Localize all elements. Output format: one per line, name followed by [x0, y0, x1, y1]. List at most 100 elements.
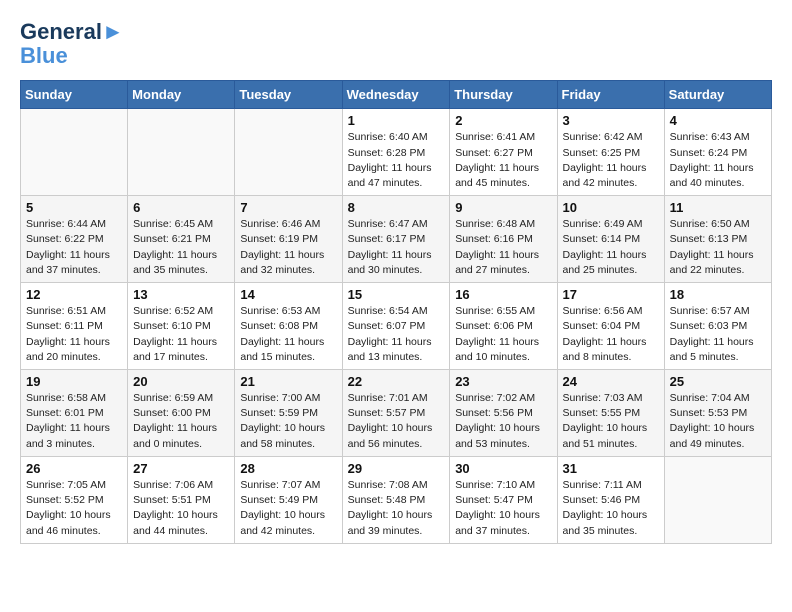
day-info: Sunrise: 6:41 AM Sunset: 6:27 PM Dayligh… — [455, 130, 551, 191]
header-wednesday: Wednesday — [342, 81, 450, 109]
day-number: 26 — [26, 461, 122, 476]
day-number: 12 — [26, 287, 122, 302]
header-saturday: Saturday — [664, 81, 771, 109]
logo-text: General► — [20, 20, 124, 44]
day-number: 7 — [240, 200, 336, 215]
day-cell: 25 Sunrise: 7:04 AM Sunset: 5:53 PM Dayli… — [664, 370, 771, 457]
day-info: Sunrise: 7:07 AM Sunset: 5:49 PM Dayligh… — [240, 478, 336, 539]
day-info: Sunrise: 6:43 AM Sunset: 6:24 PM Dayligh… — [670, 130, 766, 191]
day-number: 22 — [348, 374, 445, 389]
day-cell: 20 Sunrise: 6:59 AM Sunset: 6:00 PM Dayli… — [128, 370, 235, 457]
day-info: Sunrise: 6:48 AM Sunset: 6:16 PM Dayligh… — [455, 217, 551, 278]
day-number: 31 — [563, 461, 659, 476]
day-cell: 7 Sunrise: 6:46 AM Sunset: 6:19 PM Daylig… — [235, 196, 342, 283]
day-cell: 1Sunrise: 6:40 AM Sunset: 6:28 PM Daylig… — [342, 109, 450, 196]
header-sunday: Sunday — [21, 81, 128, 109]
day-info: Sunrise: 7:03 AM Sunset: 5:55 PM Dayligh… — [563, 391, 659, 452]
day-cell: 21 Sunrise: 7:00 AM Sunset: 5:59 PM Dayli… — [235, 370, 342, 457]
day-number: 20 — [133, 374, 229, 389]
day-cell: 8Sunrise: 6:47 AM Sunset: 6:17 PM Daylig… — [342, 196, 450, 283]
day-number: 10 — [563, 200, 659, 215]
day-info: Sunrise: 6:55 AM Sunset: 6:06 PM Dayligh… — [455, 304, 551, 365]
day-number: 13 — [133, 287, 229, 302]
day-cell: 23Sunrise: 7:02 AM Sunset: 5:56 PM Dayli… — [450, 370, 557, 457]
day-cell: 17 Sunrise: 6:56 AM Sunset: 6:04 PM Dayli… — [557, 283, 664, 370]
day-info: Sunrise: 6:59 AM Sunset: 6:00 PM Dayligh… — [133, 391, 229, 452]
day-cell: 5 Sunrise: 6:44 AM Sunset: 6:22 PM Daylig… — [21, 196, 128, 283]
day-number: 11 — [670, 200, 766, 215]
day-number: 21 — [240, 374, 336, 389]
day-info: Sunrise: 6:58 AM Sunset: 6:01 PM Dayligh… — [26, 391, 122, 452]
day-cell: 2 Sunrise: 6:41 AM Sunset: 6:27 PM Daylig… — [450, 109, 557, 196]
week-row-2: 12 Sunrise: 6:51 AM Sunset: 6:11 PM Dayli… — [21, 283, 772, 370]
day-cell: 11 Sunrise: 6:50 AM Sunset: 6:13 PM Dayli… — [664, 196, 771, 283]
week-row-4: 26 Sunrise: 7:05 AM Sunset: 5:52 PM Dayli… — [21, 456, 772, 543]
header-tuesday: Tuesday — [235, 81, 342, 109]
day-number: 15 — [348, 287, 445, 302]
day-cell: 19 Sunrise: 6:58 AM Sunset: 6:01 PM Dayli… — [21, 370, 128, 457]
day-number: 1 — [348, 113, 445, 128]
day-cell: 29Sunrise: 7:08 AM Sunset: 5:48 PM Dayli… — [342, 456, 450, 543]
day-number: 25 — [670, 374, 766, 389]
day-number: 28 — [240, 461, 336, 476]
day-number: 4 — [670, 113, 766, 128]
day-info: Sunrise: 6:56 AM Sunset: 6:04 PM Dayligh… — [563, 304, 659, 365]
day-cell: 27Sunrise: 7:06 AM Sunset: 5:51 PM Dayli… — [128, 456, 235, 543]
day-number: 18 — [670, 287, 766, 302]
day-info: Sunrise: 6:45 AM Sunset: 6:21 PM Dayligh… — [133, 217, 229, 278]
day-info: Sunrise: 7:01 AM Sunset: 5:57 PM Dayligh… — [348, 391, 445, 452]
day-info: Sunrise: 7:02 AM Sunset: 5:56 PM Dayligh… — [455, 391, 551, 452]
day-number: 30 — [455, 461, 551, 476]
week-row-3: 19 Sunrise: 6:58 AM Sunset: 6:01 PM Dayli… — [21, 370, 772, 457]
day-info: Sunrise: 6:42 AM Sunset: 6:25 PM Dayligh… — [563, 130, 659, 191]
day-number: 19 — [26, 374, 122, 389]
day-info: Sunrise: 6:46 AM Sunset: 6:19 PM Dayligh… — [240, 217, 336, 278]
day-number: 5 — [26, 200, 122, 215]
day-number: 2 — [455, 113, 551, 128]
day-info: Sunrise: 7:10 AM Sunset: 5:47 PM Dayligh… — [455, 478, 551, 539]
day-cell: 14 Sunrise: 6:53 AM Sunset: 6:08 PM Dayli… — [235, 283, 342, 370]
day-info: Sunrise: 7:00 AM Sunset: 5:59 PM Dayligh… — [240, 391, 336, 452]
week-row-1: 5 Sunrise: 6:44 AM Sunset: 6:22 PM Daylig… — [21, 196, 772, 283]
day-cell: 16Sunrise: 6:55 AM Sunset: 6:06 PM Dayli… — [450, 283, 557, 370]
day-info: Sunrise: 6:53 AM Sunset: 6:08 PM Dayligh… — [240, 304, 336, 365]
day-cell: 15 Sunrise: 6:54 AM Sunset: 6:07 PM Dayli… — [342, 283, 450, 370]
day-cell: 26 Sunrise: 7:05 AM Sunset: 5:52 PM Dayli… — [21, 456, 128, 543]
day-cell: 9Sunrise: 6:48 AM Sunset: 6:16 PM Daylig… — [450, 196, 557, 283]
day-info: Sunrise: 7:05 AM Sunset: 5:52 PM Dayligh… — [26, 478, 122, 539]
day-cell: 6Sunrise: 6:45 AM Sunset: 6:21 PM Daylig… — [128, 196, 235, 283]
day-cell — [235, 109, 342, 196]
day-cell — [664, 456, 771, 543]
day-cell: 22 Sunrise: 7:01 AM Sunset: 5:57 PM Dayli… — [342, 370, 450, 457]
day-cell: 4 Sunrise: 6:43 AM Sunset: 6:24 PM Daylig… — [664, 109, 771, 196]
day-info: Sunrise: 6:47 AM Sunset: 6:17 PM Dayligh… — [348, 217, 445, 278]
day-cell: 28 Sunrise: 7:07 AM Sunset: 5:49 PM Dayli… — [235, 456, 342, 543]
day-info: Sunrise: 7:08 AM Sunset: 5:48 PM Dayligh… — [348, 478, 445, 539]
day-info: Sunrise: 6:57 AM Sunset: 6:03 PM Dayligh… — [670, 304, 766, 365]
day-cell: 31Sunrise: 7:11 AM Sunset: 5:46 PM Dayli… — [557, 456, 664, 543]
day-number: 14 — [240, 287, 336, 302]
calendar: SundayMondayTuesdayWednesdayThursdayFrid… — [20, 80, 772, 543]
logo: General► Blue — [20, 20, 124, 68]
day-cell: 30 Sunrise: 7:10 AM Sunset: 5:47 PM Dayli… — [450, 456, 557, 543]
day-cell: 24Sunrise: 7:03 AM Sunset: 5:55 PM Dayli… — [557, 370, 664, 457]
day-cell: 18 Sunrise: 6:57 AM Sunset: 6:03 PM Dayli… — [664, 283, 771, 370]
day-info: Sunrise: 6:52 AM Sunset: 6:10 PM Dayligh… — [133, 304, 229, 365]
header: General► Blue — [20, 20, 772, 68]
page: General► Blue SundayMondayTuesdayWednesd… — [0, 0, 792, 554]
day-cell: 13 Sunrise: 6:52 AM Sunset: 6:10 PM Dayli… — [128, 283, 235, 370]
day-info: Sunrise: 6:44 AM Sunset: 6:22 PM Dayligh… — [26, 217, 122, 278]
day-info: Sunrise: 6:54 AM Sunset: 6:07 PM Dayligh… — [348, 304, 445, 365]
day-number: 3 — [563, 113, 659, 128]
day-number: 17 — [563, 287, 659, 302]
day-cell: 10 Sunrise: 6:49 AM Sunset: 6:14 PM Dayli… — [557, 196, 664, 283]
day-info: Sunrise: 6:49 AM Sunset: 6:14 PM Dayligh… — [563, 217, 659, 278]
day-cell — [21, 109, 128, 196]
day-info: Sunrise: 6:50 AM Sunset: 6:13 PM Dayligh… — [670, 217, 766, 278]
day-info: Sunrise: 6:51 AM Sunset: 6:11 PM Dayligh… — [26, 304, 122, 365]
logo-blue: ► — [102, 19, 124, 44]
header-friday: Friday — [557, 81, 664, 109]
header-row: SundayMondayTuesdayWednesdayThursdayFrid… — [21, 81, 772, 109]
day-info: Sunrise: 7:04 AM Sunset: 5:53 PM Dayligh… — [670, 391, 766, 452]
day-info: Sunrise: 7:06 AM Sunset: 5:51 PM Dayligh… — [133, 478, 229, 539]
